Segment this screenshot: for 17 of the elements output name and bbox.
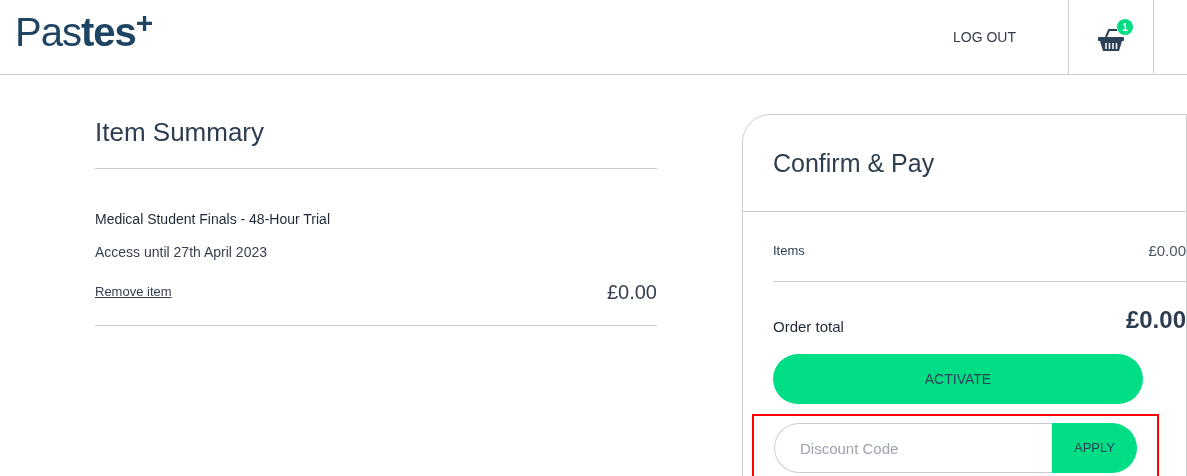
item-price: £0.00 <box>606 280 657 305</box>
section-title: Item Summary <box>95 113 265 169</box>
card-title: Confirm & Pay <box>743 115 1186 212</box>
items-value: £0.00 <box>1148 240 1186 261</box>
access-text: Access until 27th April 2023 <box>95 243 268 262</box>
basket-icon <box>1097 28 1125 52</box>
apply-button[interactable]: APPLY <box>1052 423 1137 473</box>
item-name: Medical Student Finals - 48-Hour Trial <box>95 210 331 229</box>
cart-count-badge: 1 <box>1117 19 1133 35</box>
order-total-value: £0.00 <box>1125 305 1186 335</box>
activate-button[interactable]: ACTIVATE <box>773 354 1143 404</box>
logo[interactable]: Pastes+ <box>0 0 153 74</box>
discount-code-field[interactable]: Discount Code <box>774 423 1052 473</box>
remove-item-link[interactable]: Remove item <box>95 282 172 302</box>
items-label: Items <box>773 242 805 260</box>
logout-link[interactable]: LOG OUT <box>953 26 1016 48</box>
order-total-label: Order total <box>773 316 844 337</box>
